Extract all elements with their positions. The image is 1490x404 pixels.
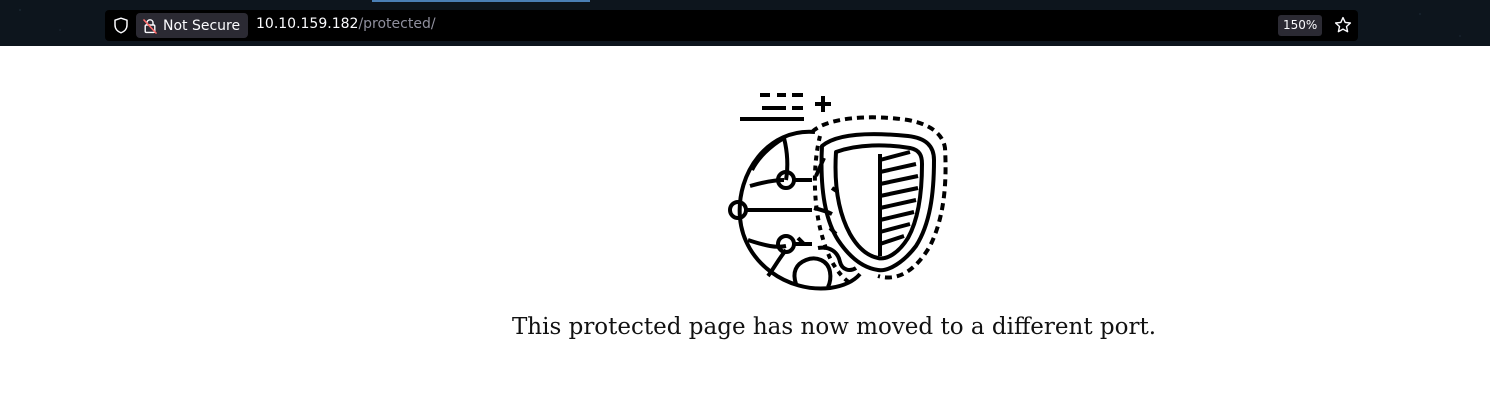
bookmark-star-icon[interactable] [1334,16,1352,34]
zoom-reset-button[interactable]: 150% [1278,15,1323,36]
insecure-lock-icon [143,18,157,34]
url-display[interactable]: 10.10.159.182/protected/ [256,16,436,32]
security-label: Not Secure [163,17,241,34]
page-content: This protected page has now moved to a d… [0,46,1490,404]
browser-toolbar: Not Secure 10.10.159.182/protected/ 150% [0,0,1490,46]
moved-port-message: This protected page has now moved to a d… [511,314,1157,340]
globe-shield-icon [728,93,948,291]
active-tab-indicator [372,0,590,2]
tracking-shield-icon[interactable] [113,17,129,34]
address-bar[interactable]: Not Secure 10.10.159.182/protected/ 150% [105,10,1358,41]
url-path: /protected/ [358,16,436,32]
site-security-button[interactable]: Not Secure [136,13,249,38]
url-host: 10.10.159.182 [256,16,359,32]
